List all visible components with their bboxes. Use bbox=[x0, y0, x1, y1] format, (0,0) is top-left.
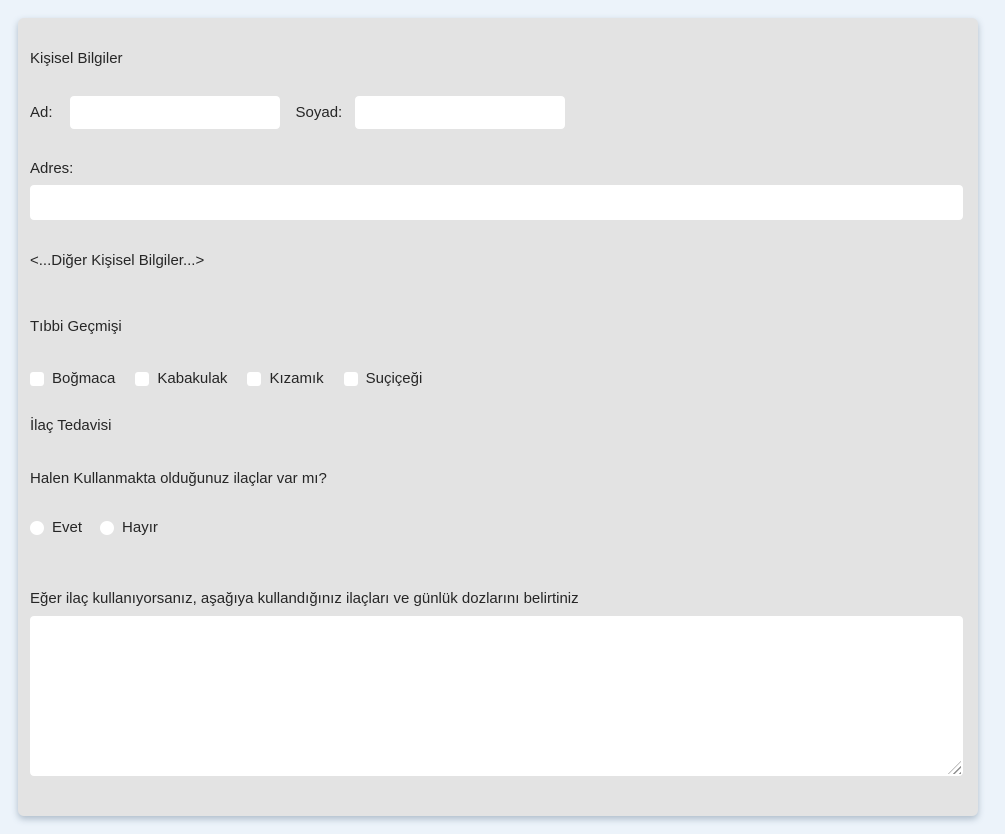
patient-form-card: Kişisel Bilgiler Ad: Soyad: Adres: <...D… bbox=[18, 18, 978, 816]
sucicegi-checkbox[interactable] bbox=[344, 372, 358, 386]
address-input[interactable] bbox=[30, 185, 963, 220]
medication-details-instructions: Eğer ilaç kullanıyorsanız, aşağıya kulla… bbox=[30, 591, 963, 606]
medical-history-title: Tıbbi Geçmişi bbox=[30, 319, 963, 334]
sucicegi-label: Suçiçeği bbox=[366, 371, 423, 386]
other-personal-info-note: <...Diğer Kişisel Bilgiler...> bbox=[30, 253, 963, 268]
kizamik-checkbox[interactable] bbox=[247, 372, 261, 386]
checkbox-item-kabakulak: Kabakulak bbox=[135, 371, 227, 386]
medical-history-checkbox-row: Boğmaca Kabakulak Kızamık Suçiçeği bbox=[30, 370, 963, 387]
checkbox-item-kizamik: Kızamık bbox=[247, 371, 323, 386]
bogmaca-label: Boğmaca bbox=[52, 371, 115, 386]
hayir-label: Hayır bbox=[122, 520, 158, 535]
evet-label: Evet bbox=[52, 520, 82, 535]
kizamik-label: Kızamık bbox=[269, 371, 323, 386]
medication-details-textarea[interactable] bbox=[30, 616, 963, 776]
medication-title: İlaç Tedavisi bbox=[30, 418, 963, 433]
radio-item-hayir: Hayır bbox=[100, 520, 158, 535]
current-medication-question: Halen Kullanmakta olduğunuz ilaçlar var … bbox=[30, 471, 963, 486]
medication-radio-row: Evet Hayır bbox=[30, 519, 963, 536]
first-name-label: Ad: bbox=[30, 105, 53, 120]
kabakulak-checkbox[interactable] bbox=[135, 372, 149, 386]
checkbox-item-bogmaca: Boğmaca bbox=[30, 371, 115, 386]
kabakulak-label: Kabakulak bbox=[157, 371, 227, 386]
address-label: Adres: bbox=[30, 161, 963, 176]
evet-radio[interactable] bbox=[30, 521, 44, 535]
personal-info-title: Kişisel Bilgiler bbox=[30, 18, 963, 66]
medication-details-wrap bbox=[30, 616, 963, 776]
bogmaca-checkbox[interactable] bbox=[30, 372, 44, 386]
name-row: Ad: Soyad: bbox=[30, 96, 963, 129]
last-name-label: Soyad: bbox=[296, 105, 343, 120]
radio-item-evet: Evet bbox=[30, 520, 82, 535]
hayir-radio[interactable] bbox=[100, 521, 114, 535]
last-name-input[interactable] bbox=[355, 96, 565, 129]
first-name-input[interactable] bbox=[70, 96, 280, 129]
checkbox-item-sucicegi: Suçiçeği bbox=[344, 371, 423, 386]
